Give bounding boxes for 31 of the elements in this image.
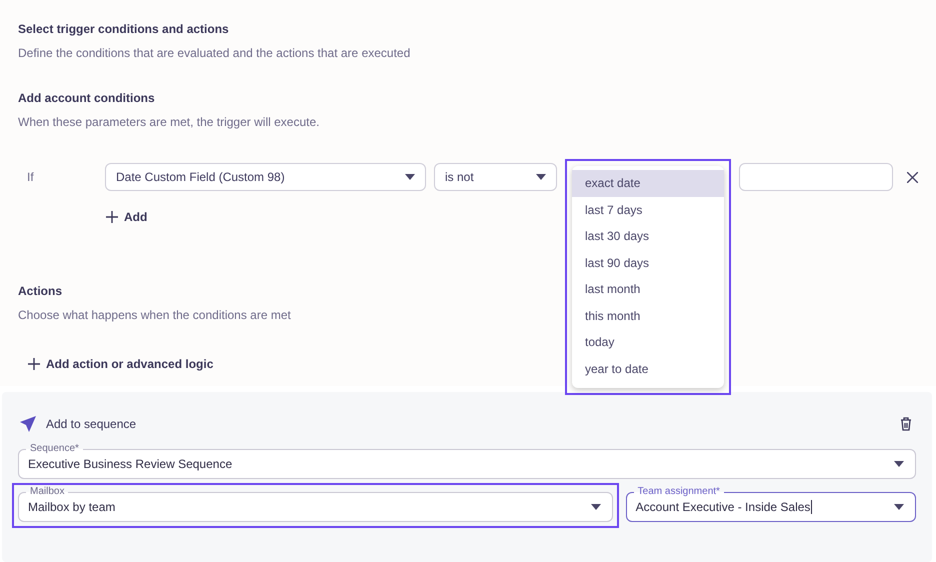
caret-icon [590, 504, 601, 510]
menu-option[interactable]: last 90 days [572, 250, 724, 276]
caret-icon [894, 504, 904, 510]
trash-icon[interactable] [900, 417, 912, 432]
paper-plane-icon [20, 416, 36, 432]
section-description: Define the conditions that are evaluated and the actions that are executed [18, 46, 410, 60]
section-description: When these parameters are met, the trigger will execute. [18, 115, 320, 129]
menu-option[interactable]: last 7 days [572, 196, 724, 223]
section-description: Choose what happens when the conditions are met [18, 308, 291, 322]
add-action-button[interactable]: Add action or advanced logic [28, 357, 214, 371]
menu-option[interactable]: today [572, 329, 724, 356]
plus-icon [28, 358, 40, 370]
menu-option[interactable]: last 30 days [572, 223, 724, 250]
caret-icon [536, 174, 546, 180]
menu-option[interactable]: last month [572, 276, 724, 302]
menu-option[interactable]: year to date [572, 356, 724, 382]
caret-icon [894, 461, 904, 468]
value-input[interactable] [739, 163, 893, 191]
menu-option[interactable]: exact date [572, 170, 724, 196]
section-title: Select trigger conditions and actions [18, 22, 229, 36]
operator-select[interactable]: is not [434, 163, 557, 191]
add-button[interactable]: Add [106, 210, 148, 224]
caret-icon [405, 174, 415, 180]
section-title: Actions [18, 284, 62, 298]
close-icon[interactable] [907, 172, 918, 182]
plus-icon [106, 211, 118, 223]
if-label: If [26, 170, 35, 184]
card-title: Add to sequence [46, 417, 136, 432]
section-title: Add account conditions [18, 91, 155, 105]
menu-option[interactable]: this month [572, 302, 724, 329]
field-select[interactable]: Date Custom Field (Custom 98) [105, 163, 426, 191]
